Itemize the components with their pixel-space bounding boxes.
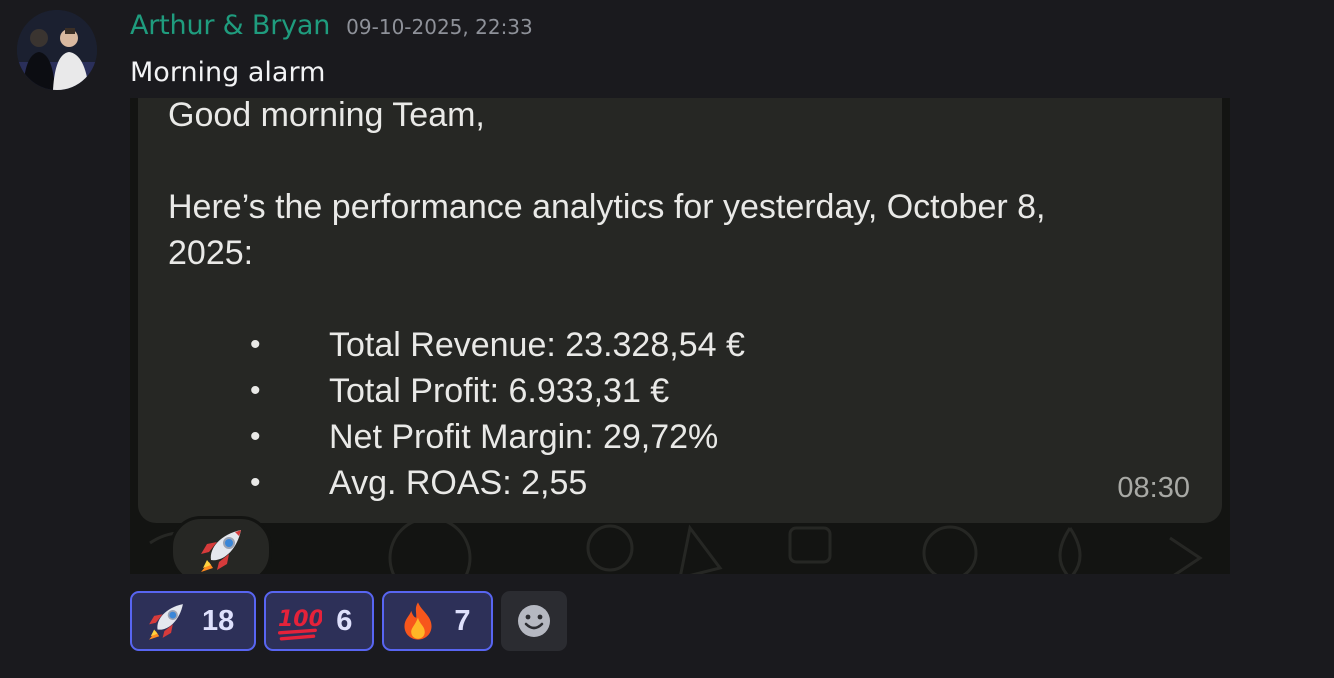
stat-total-revenue: Total Revenue: 23.328,54 € [329,326,745,364]
reaction-count: 18 [202,604,235,637]
stat-total-profit: Total Profit: 6.933,31 € [329,372,670,410]
message-header: Arthur & Bryan 09-10-2025, 22:33 [130,10,533,46]
bubble-sent-time: 08:30 [1117,472,1190,504]
message-timestamp: 09-10-2025, 22:33 [346,15,533,39]
reaction-hundred-points[interactable]: 100 6 [264,591,375,651]
reaction-rocket[interactable]: 18 [130,591,257,651]
reaction-count: 7 [454,604,471,637]
hundred-points-icon: 100 [278,607,322,641]
stat-item: • Avg. ROAS: 2,55 [138,460,1038,506]
add-reaction-button[interactable] [500,591,567,651]
reactions-bar: 18 100 6 7 [130,591,567,651]
bubble-reaction-rocket [170,516,272,574]
stat-avg-roas: Avg. ROAS: 2,55 [329,464,588,502]
intro-text-line-2: 2025: [168,234,254,272]
rocket-icon [149,604,183,640]
bullet: • [250,328,261,361]
message-text: Morning alarm [130,57,326,88]
intro-text-line-1: Here’s the performance analytics for yes… [168,188,1046,226]
svg-text:100: 100 [278,607,322,632]
stat-net-profit-margin: Net Profit Margin: 29,72% [329,418,719,456]
chat-message: Arthur & Bryan 09-10-2025, 22:33 Morning… [0,0,1334,678]
bullet: • [250,466,261,499]
author-name[interactable]: Arthur & Bryan [130,10,330,41]
reaction-fire[interactable]: 7 [382,591,493,651]
bullet: • [250,420,261,453]
rocket-icon [201,530,241,572]
message-bubble: Good morning Team, Here’s the performanc… [138,98,1222,523]
greeting-text: Good morning Team, [168,98,485,134]
fire-icon [404,602,432,640]
stat-item: • Net Profit Margin: 29,72% [138,414,1038,460]
reaction-count: 6 [336,604,353,637]
bullet: • [250,374,261,407]
smiley-face-icon [517,605,550,637]
avatar[interactable] [17,10,97,90]
image-attachment[interactable]: Good morning Team, Here’s the performanc… [130,98,1230,574]
stat-item: • Total Revenue: 23.328,54 € [138,322,1038,368]
stat-item: • Total Profit: 6.933,31 € [138,368,1038,414]
avatar-photo [17,10,97,90]
